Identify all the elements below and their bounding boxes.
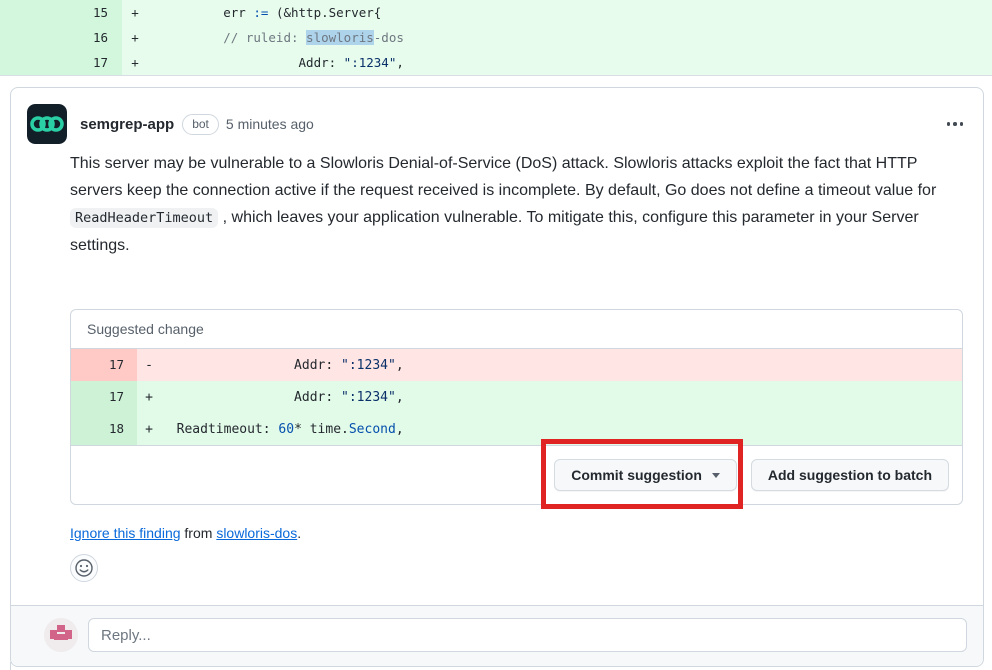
diff-row: 16 + // ruleid: slowloris-dos [0,25,992,50]
comment-author[interactable]: semgrep-app [80,116,174,133]
line-number[interactable]: 17 [0,50,122,75]
add-reaction-button[interactable] [70,554,98,582]
thread-border-line [10,662,11,670]
diff-row: 15 + err := (&http.Server{ [0,0,992,25]
suggestion-added-row: 18 + Readtimeout: 60* time.Second, [71,413,962,445]
line-number[interactable]: 15 [0,0,122,25]
diff-sign: + [122,30,148,45]
code-line: Addr: ":1234", [148,55,404,70]
semgrep-bot-avatar[interactable] [27,104,67,144]
diff-sign: + [137,422,161,437]
ignore-finding-link[interactable]: Ignore this finding [70,525,181,541]
commit-suggestion-label: Commit suggestion [571,467,702,483]
line-number: 17 [71,349,137,381]
ignore-line-period: . [297,525,301,541]
ignore-line-text: from [181,525,217,541]
diff-sign: + [122,55,148,70]
identicon-icon [44,618,78,652]
ignore-finding-line: Ignore this finding from slowloris-dos. [70,525,967,541]
suggestion-deleted-row: 17 - Addr: ":1234", [71,349,962,381]
reply-input[interactable] [88,618,967,652]
file-diff-context: 15 + err := (&http.Server{ 16 + // rulei… [0,0,992,76]
code-line: Addr: ":1234", [161,358,404,373]
diff-sign: + [122,5,148,20]
comment-text: This server may be vulnerable to a Slowl… [70,155,936,199]
comment-timestamp[interactable]: 5 minutes ago [226,116,314,132]
review-comment-card: semgrep-app bot 5 minutes ago This serve… [10,87,984,667]
diff-row: 17 + Addr: ":1234", [0,50,992,75]
semgrep-logo-icon [27,104,67,144]
diff-sign: - [137,358,161,373]
code-line: err := (&http.Server{ [148,5,381,20]
code-line: Addr: ":1234", [161,390,404,405]
comment-header: semgrep-app bot 5 minutes ago [11,88,983,144]
code-line: Readtimeout: 60* time.Second, [161,422,404,437]
diff-sign: + [137,390,161,405]
line-number: 18 [71,413,137,445]
dropdown-caret-icon [712,473,720,478]
reply-bar [11,605,983,666]
add-suggestion-label: Add suggestion to batch [768,467,932,483]
inline-code: ReadHeaderTimeout [70,208,218,228]
suggested-change-title: Suggested change [71,310,962,349]
suggestion-actions: Commit suggestion Add suggestion to batc… [71,445,962,504]
suggestion-added-row: 17 + Addr: ":1234", [71,381,962,413]
user-avatar[interactable] [44,618,78,652]
suggested-change-box: Suggested change 17 - Addr: ":1234", 17 … [70,309,963,505]
bot-badge: bot [182,114,219,135]
code-line: // ruleid: slowloris-dos [148,30,404,45]
line-number: 17 [71,381,137,413]
comment-body: This server may be vulnerable to a Slowl… [70,150,943,259]
rule-link[interactable]: slowloris-dos [216,525,297,541]
kebab-menu-icon[interactable] [943,116,968,132]
line-number[interactable]: 16 [0,25,122,50]
commit-suggestion-button[interactable]: Commit suggestion [554,459,737,491]
add-suggestion-to-batch-button[interactable]: Add suggestion to batch [751,459,949,491]
smiley-icon [74,558,94,578]
